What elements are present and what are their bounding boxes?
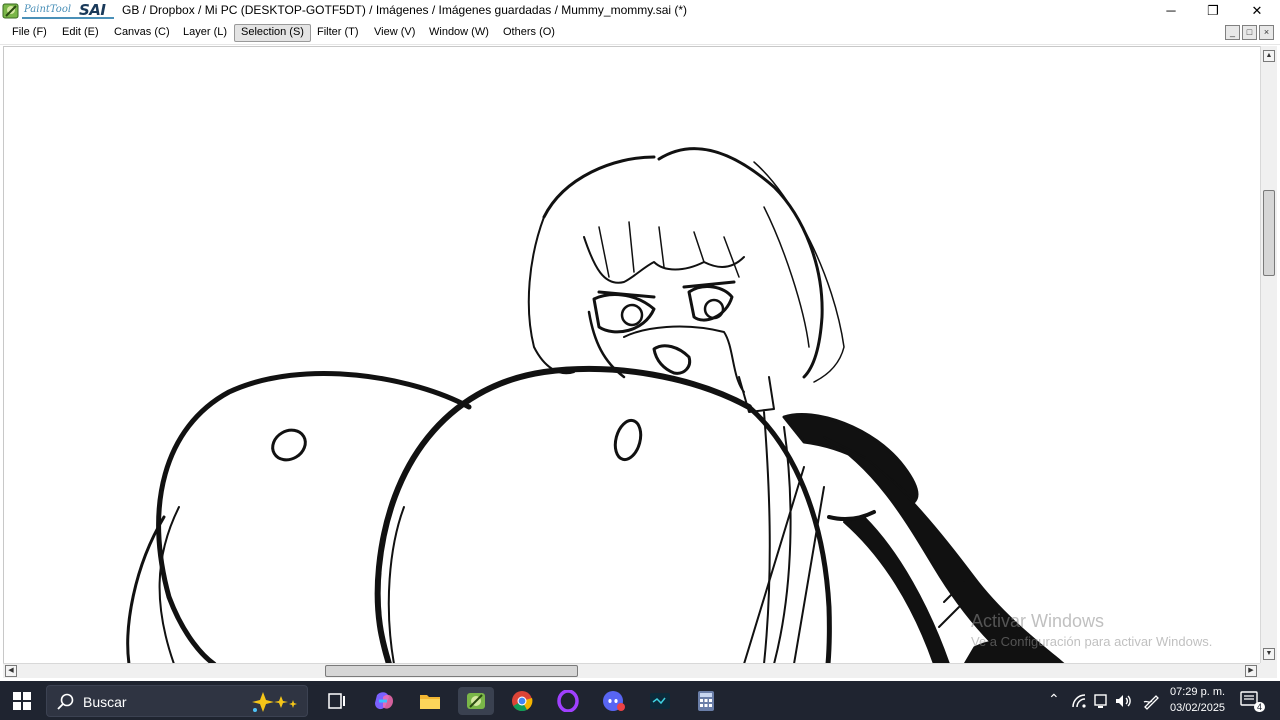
logo-text: PaintTool [24, 4, 72, 15]
window-title: GB / Dropbox / Mi PC (DESKTOP-GOTF5DT) /… [122, 3, 688, 17]
taskbar: Buscar ⌃ 07:29 p. m. 03/02/2025 4 [0, 681, 1280, 720]
opera-gx-icon[interactable] [550, 687, 586, 715]
menu-filter[interactable]: Filter (T) [310, 24, 366, 42]
file-explorer-icon[interactable] [412, 687, 448, 715]
mdi-minimize-button[interactable]: _ [1225, 25, 1240, 40]
menu-edit[interactable]: Edit (E) [55, 24, 106, 42]
menu-others[interactable]: Others (O) [496, 24, 562, 42]
scroll-left-arrow-icon[interactable]: ◀ [5, 665, 17, 677]
pen-input-icon[interactable] [1142, 692, 1160, 710]
scroll-up-arrow-icon[interactable]: ▲ [1263, 50, 1275, 62]
discord-icon[interactable] [596, 687, 632, 715]
horizontal-scroll-thumb[interactable] [325, 665, 578, 677]
app-logo: PaintTool SAI [2, 1, 114, 20]
task-view-icon[interactable] [319, 687, 355, 715]
menu-file[interactable]: File (F) [5, 24, 54, 42]
restore-button[interactable]: ❐ [1191, 0, 1235, 21]
menu-view[interactable]: View (V) [367, 24, 422, 42]
logo-underline [22, 17, 114, 19]
network-icon[interactable] [1071, 693, 1089, 709]
menu-bar: File (F) Edit (E) Canvas (C) Layer (L) S… [0, 21, 1280, 45]
scrollbar-corner [1260, 663, 1277, 678]
taskbar-search[interactable]: Buscar [46, 685, 308, 717]
activate-windows-title: Activar Windows [971, 611, 1105, 631]
calculator-icon[interactable] [688, 687, 724, 715]
search-placeholder: Buscar [83, 694, 127, 710]
drawing-canvas[interactable]: Activar Windows Ve a Configuración para … [3, 46, 1260, 663]
activate-windows-subtitle: Ve a Configuración para activar Windows. [971, 634, 1213, 649]
scroll-right-arrow-icon[interactable]: ▶ [1245, 665, 1257, 677]
chrome-icon[interactable] [504, 687, 540, 715]
vertical-scrollbar[interactable]: ▲ ▼ [1260, 46, 1277, 663]
display-icon[interactable] [1093, 693, 1109, 709]
sai-logo-icon [2, 3, 19, 19]
volume-icon[interactable] [1114, 693, 1132, 709]
search-highlight-icon [252, 692, 297, 712]
painttool-sai-icon[interactable] [458, 687, 494, 715]
sketch-artwork [126, 147, 1065, 663]
menu-layer[interactable]: Layer (L) [176, 24, 234, 42]
clock-time[interactable]: 07:29 p. m. [1170, 686, 1225, 698]
copilot-icon[interactable] [366, 687, 402, 715]
minimize-button[interactable]: ─ [1149, 0, 1193, 21]
vertical-scroll-thumb[interactable] [1263, 190, 1275, 276]
tray-overflow-chevron-icon[interactable]: ⌃ [1048, 691, 1060, 708]
notification-badge: 4 [1254, 702, 1266, 712]
terminal-icon[interactable] [642, 687, 678, 715]
mdi-maximize-button[interactable]: □ [1242, 25, 1257, 40]
start-icon[interactable] [4, 687, 40, 715]
menu-window[interactable]: Window (W) [422, 24, 496, 42]
horizontal-scrollbar[interactable]: ◀ ▶ [3, 663, 1260, 678]
menu-selection[interactable]: Selection (S) [234, 24, 311, 42]
clock-date[interactable]: 03/02/2025 [1170, 702, 1225, 714]
mdi-close-button[interactable]: × [1259, 25, 1274, 40]
search-icon [57, 693, 74, 710]
menu-canvas[interactable]: Canvas (C) [107, 24, 177, 42]
close-button[interactable]: ✕ [1235, 0, 1279, 21]
scroll-down-arrow-icon[interactable]: ▼ [1263, 648, 1275, 660]
title-bar: PaintTool SAI GB / Dropbox / Mi PC (DESK… [0, 0, 1280, 21]
